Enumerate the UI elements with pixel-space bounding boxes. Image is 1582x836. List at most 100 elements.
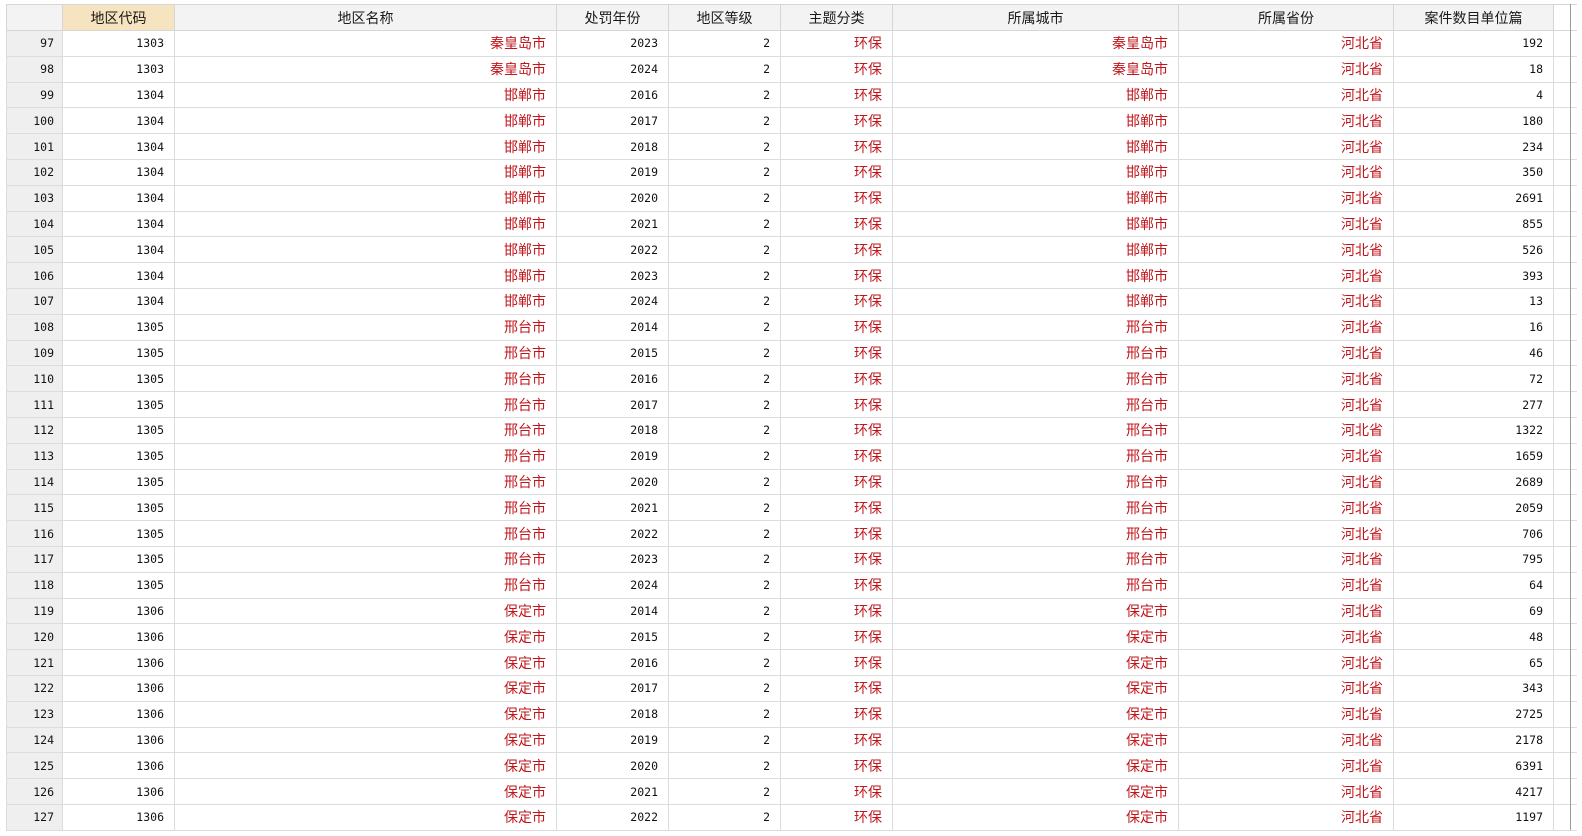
table-row[interactable]: 115 1305 邢台市 2021 2 环保 邢台市 河北省 2059 [6, 494, 1577, 522]
cell-penalty-year[interactable]: 2022 [556, 803, 669, 831]
cell-topic[interactable]: 环保 [780, 287, 893, 315]
cell-region-name[interactable]: 邢台市 [174, 571, 557, 599]
row-number[interactable]: 105 [6, 236, 63, 264]
cell-topic[interactable]: 环保 [780, 210, 893, 238]
cell-region-level[interactable]: 2 [668, 210, 781, 238]
cell-region-name[interactable]: 邯郸市 [174, 236, 557, 264]
cell-region-level[interactable]: 2 [668, 391, 781, 418]
cell-topic[interactable]: 环保 [780, 30, 893, 57]
row-number[interactable]: 126 [6, 778, 63, 805]
cell-penalty-year[interactable]: 2016 [556, 649, 669, 676]
cell-region-code[interactable]: 1305 [62, 339, 175, 367]
cell-city[interactable]: 保定市 [892, 597, 1179, 625]
cell-case-count[interactable]: 706 [1393, 520, 1554, 547]
cell-topic[interactable]: 环保 [780, 494, 893, 522]
cell-region-code[interactable]: 1305 [62, 520, 175, 547]
cell-city[interactable]: 保定市 [892, 674, 1179, 702]
cell-province[interactable]: 河北省 [1178, 778, 1394, 805]
cell-region-name[interactable]: 保定市 [174, 649, 557, 676]
cell-topic[interactable]: 环保 [780, 726, 893, 754]
cell-penalty-year[interactable]: 2022 [556, 236, 669, 264]
cell-topic[interactable]: 环保 [780, 158, 893, 186]
cell-region-level[interactable]: 2 [668, 339, 781, 367]
row-number[interactable]: 102 [6, 158, 63, 186]
cell-topic[interactable]: 环保 [780, 752, 893, 780]
cell-region-code[interactable]: 1305 [62, 313, 175, 341]
cell-case-count[interactable]: 48 [1393, 623, 1554, 651]
table-row[interactable]: 106 1304 邯郸市 2023 2 环保 邯郸市 河北省 393 [6, 262, 1577, 289]
cell-penalty-year[interactable]: 2024 [556, 55, 669, 83]
cell-city[interactable]: 邯郸市 [892, 107, 1179, 135]
cell-topic[interactable]: 环保 [780, 184, 893, 212]
cell-case-count[interactable]: 234 [1393, 133, 1554, 160]
row-number[interactable]: 107 [6, 287, 63, 315]
column-header-region-code[interactable]: 地区代码 [62, 4, 175, 31]
cell-city[interactable]: 邢台市 [892, 391, 1179, 418]
cell-region-level[interactable]: 2 [668, 778, 781, 805]
column-header-region-level[interactable]: 地区等级 [668, 4, 781, 31]
table-row[interactable]: 124 1306 保定市 2019 2 环保 保定市 河北省 2178 [6, 726, 1577, 754]
table-row[interactable]: 122 1306 保定市 2017 2 环保 保定市 河北省 343 [6, 674, 1577, 702]
table-row[interactable]: 113 1305 邢台市 2019 2 环保 邢台市 河北省 1659 [6, 442, 1577, 470]
table-row[interactable]: 99 1304 邯郸市 2016 2 环保 邯郸市 河北省 4 [6, 81, 1577, 109]
cell-city[interactable]: 邢台市 [892, 520, 1179, 547]
cell-region-level[interactable]: 2 [668, 520, 781, 547]
cell-penalty-year[interactable]: 2021 [556, 210, 669, 238]
cell-region-code[interactable]: 1306 [62, 778, 175, 805]
table-row[interactable]: 103 1304 邯郸市 2020 2 环保 邯郸市 河北省 2691 [6, 184, 1577, 212]
row-number[interactable]: 122 [6, 674, 63, 702]
cell-case-count[interactable]: 6391 [1393, 752, 1554, 780]
cell-city[interactable]: 保定市 [892, 700, 1179, 728]
cell-region-name[interactable]: 保定市 [174, 726, 557, 754]
cell-region-code[interactable]: 1304 [62, 184, 175, 212]
cell-topic[interactable]: 环保 [780, 597, 893, 625]
row-number[interactable]: 117 [6, 545, 63, 573]
cell-case-count[interactable]: 1659 [1393, 442, 1554, 470]
cell-case-count[interactable]: 526 [1393, 236, 1554, 264]
cell-city[interactable]: 邢台市 [892, 571, 1179, 599]
cell-province[interactable]: 河北省 [1178, 391, 1394, 418]
table-row[interactable]: 121 1306 保定市 2016 2 环保 保定市 河北省 65 [6, 649, 1577, 676]
cell-region-code[interactable]: 1305 [62, 545, 175, 573]
cell-case-count[interactable]: 350 [1393, 158, 1554, 186]
cell-region-code[interactable]: 1306 [62, 803, 175, 831]
cell-region-level[interactable]: 2 [668, 287, 781, 315]
column-header-case-count[interactable]: 案件数目单位篇 [1393, 4, 1554, 31]
cell-region-name[interactable]: 邢台市 [174, 339, 557, 367]
cell-penalty-year[interactable]: 2020 [556, 184, 669, 212]
row-number[interactable]: 101 [6, 133, 63, 160]
table-row[interactable]: 125 1306 保定市 2020 2 环保 保定市 河北省 6391 [6, 752, 1577, 780]
cell-city[interactable]: 保定市 [892, 803, 1179, 831]
cell-region-name[interactable]: 保定市 [174, 700, 557, 728]
row-number[interactable]: 106 [6, 262, 63, 289]
column-header-city[interactable]: 所属城市 [892, 4, 1179, 31]
cell-region-level[interactable]: 2 [668, 236, 781, 264]
row-number[interactable]: 123 [6, 700, 63, 728]
table-row[interactable]: 101 1304 邯郸市 2018 2 环保 邯郸市 河北省 234 [6, 133, 1577, 160]
row-number[interactable]: 112 [6, 416, 63, 444]
cell-province[interactable]: 河北省 [1178, 520, 1394, 547]
cell-case-count[interactable]: 4217 [1393, 778, 1554, 805]
cell-region-level[interactable]: 2 [668, 674, 781, 702]
cell-province[interactable]: 河北省 [1178, 571, 1394, 599]
cell-province[interactable]: 河北省 [1178, 313, 1394, 341]
table-row[interactable]: 117 1305 邢台市 2023 2 环保 邢台市 河北省 795 [6, 545, 1577, 573]
cell-region-name[interactable]: 保定市 [174, 597, 557, 625]
cell-region-name[interactable]: 邯郸市 [174, 287, 557, 315]
cell-case-count[interactable]: 2178 [1393, 726, 1554, 754]
cell-topic[interactable]: 环保 [780, 649, 893, 676]
cell-city[interactable]: 秦皇岛市 [892, 30, 1179, 57]
cell-topic[interactable]: 环保 [780, 133, 893, 160]
cell-region-code[interactable]: 1304 [62, 210, 175, 238]
cell-case-count[interactable]: 4 [1393, 81, 1554, 109]
row-number[interactable]: 114 [6, 468, 63, 496]
cell-penalty-year[interactable]: 2017 [556, 391, 669, 418]
table-row[interactable]: 104 1304 邯郸市 2021 2 环保 邯郸市 河北省 855 [6, 210, 1577, 238]
cell-topic[interactable]: 环保 [780, 236, 893, 264]
cell-penalty-year[interactable]: 2018 [556, 133, 669, 160]
cell-region-level[interactable]: 2 [668, 184, 781, 212]
cell-region-name[interactable]: 保定市 [174, 623, 557, 651]
cell-topic[interactable]: 环保 [780, 468, 893, 496]
cell-region-level[interactable]: 2 [668, 545, 781, 573]
cell-province[interactable]: 河北省 [1178, 133, 1394, 160]
